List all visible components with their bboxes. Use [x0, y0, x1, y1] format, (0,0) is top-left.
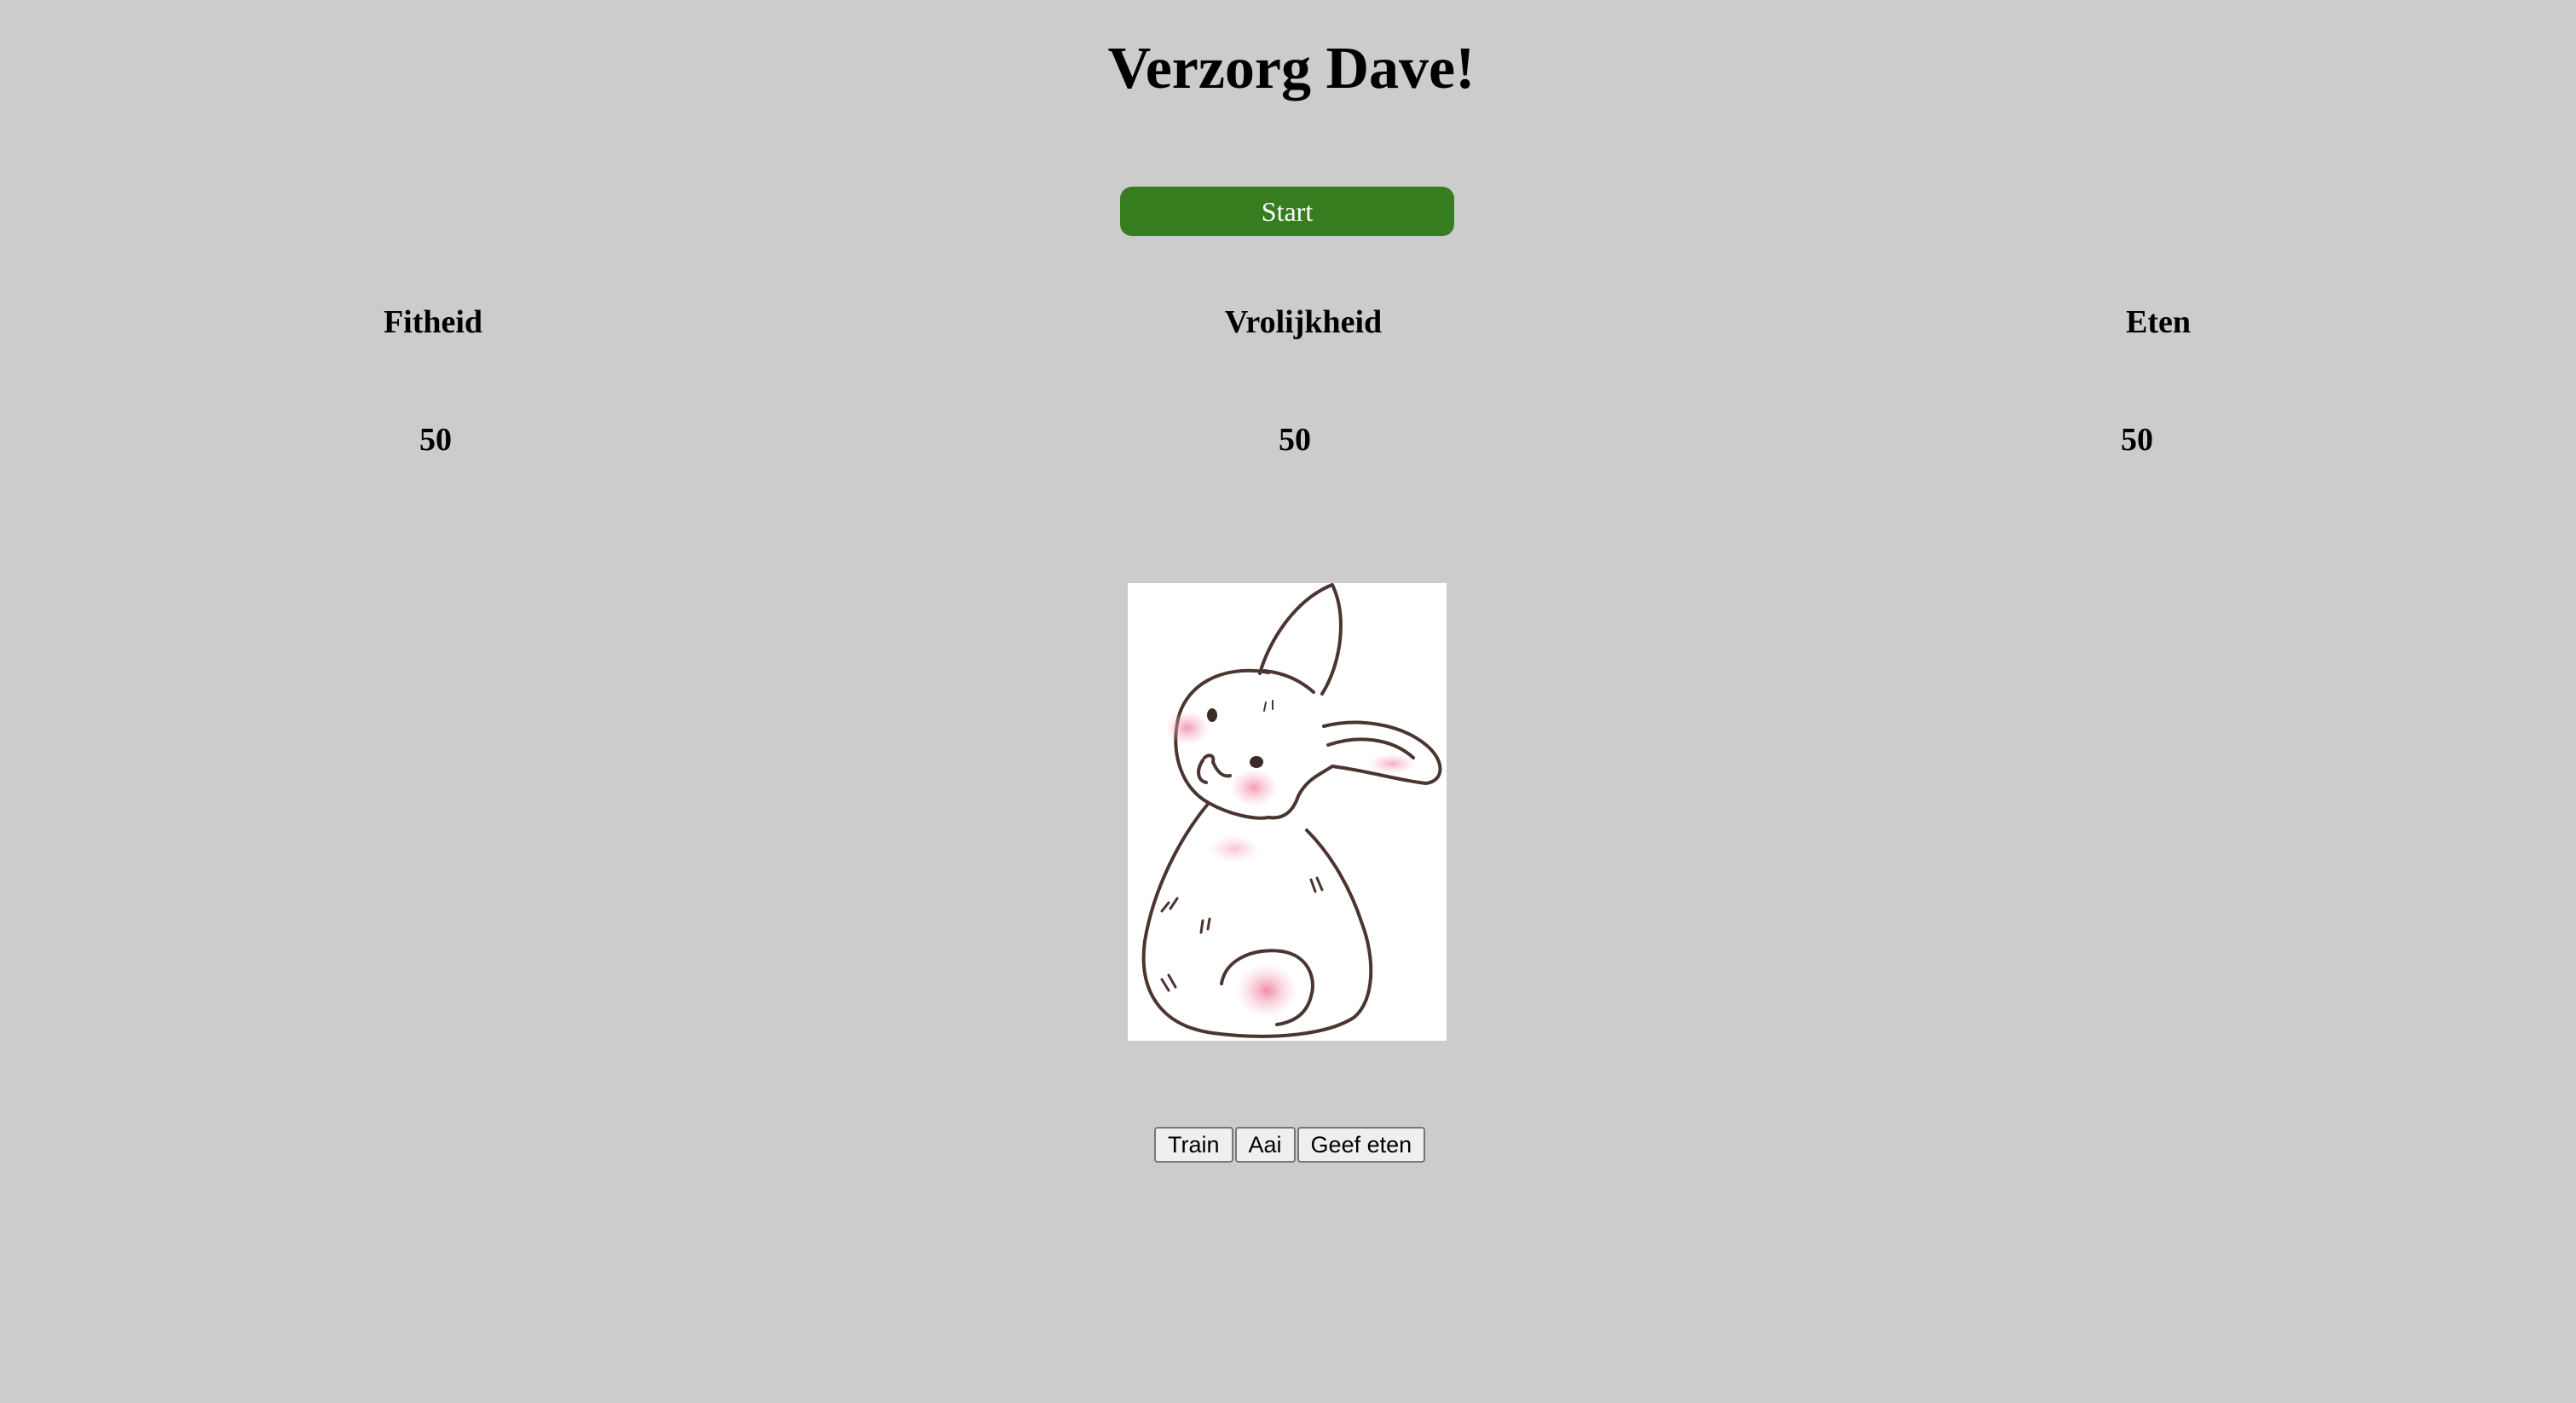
game-page: Verzorg Dave! Start Fitheid 50 Vrolijkhe…	[0, 0, 2576, 1403]
stat-eten: Eten 50	[1988, 298, 2329, 464]
stat-value-eten: 50	[2121, 422, 2153, 458]
stat-value-vrolijkheid: 50	[1279, 422, 1311, 458]
train-button[interactable]: Train	[1154, 1127, 1233, 1163]
pet-image	[1128, 583, 1447, 1041]
action-buttons: Train Aai Geef eten	[1154, 1127, 1426, 1163]
stat-label-eten: Eten	[2126, 304, 2191, 340]
pet-button[interactable]: Aai	[1234, 1127, 1296, 1163]
feed-button[interactable]: Geef eten	[1297, 1127, 1426, 1163]
start-button[interactable]: Start	[1120, 187, 1454, 236]
stat-fitheid: Fitheid 50	[263, 298, 604, 464]
page-title: Verzorg Dave!	[1107, 36, 1476, 101]
bunny-icon	[1128, 583, 1447, 1041]
stat-vrolijkheid: Vrolijkheid 50	[1133, 298, 1474, 464]
stat-label-fitheid: Fitheid	[383, 304, 483, 340]
stat-label-vrolijkheid: Vrolijkheid	[1224, 304, 1383, 340]
stat-value-fitheid: 50	[419, 422, 452, 458]
